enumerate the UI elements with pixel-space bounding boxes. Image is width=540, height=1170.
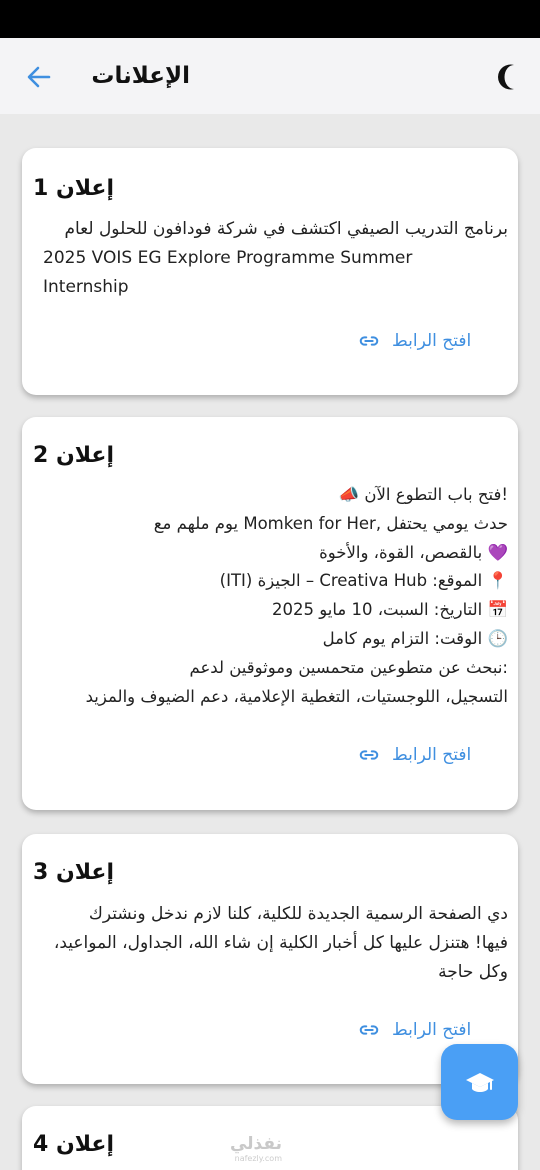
announcements-list: إعلان 1 برنامج التدريب الصيفي اكتشف في ش… bbox=[0, 114, 540, 1170]
announcement-title: إعلان 1 bbox=[32, 176, 114, 201]
text-line: دي الصفحة الرسمية الجديدة للكلية، كلنا ل… bbox=[88, 904, 508, 924]
text-line: :نبحث عن متطوعين متحمسين وموثوقين لدعم bbox=[189, 657, 508, 677]
text-line: حدث يومي يحتفل ,Momken for Her يوم ملهم … bbox=[153, 513, 508, 533]
open-link-label: افتح الرابط bbox=[392, 331, 472, 351]
text-line: 📅 التاريخ: السبت، 10 مايو 2025 bbox=[272, 600, 508, 620]
watermark-text: نفذلي bbox=[229, 1134, 282, 1154]
text-line: 📍 الموقع: Creativa Hub – الجيزة (ITI) bbox=[219, 571, 508, 591]
text-line: 2025 VOIS EG Explore Programme Summer bbox=[43, 247, 413, 268]
text-line: فيها! هتنزل عليها كل أخبار الكلية إن شاء… bbox=[53, 932, 508, 953]
back-button[interactable] bbox=[22, 60, 56, 94]
arrow-left-icon bbox=[27, 66, 51, 88]
text-line: وكل حاجة bbox=[438, 961, 508, 982]
announcement-card: إعلان 2 !فتح باب التطوع الآن 📣 حدث يومي … bbox=[22, 417, 518, 810]
text-line: التسجيل، اللوجستيات، التغطية الإعلامية، … bbox=[85, 686, 508, 706]
open-link-button[interactable]: افتح الرابط bbox=[358, 741, 471, 769]
text-line: !فتح باب التطوع الآن 📣 bbox=[338, 485, 508, 504]
page-title: الإعلانات bbox=[91, 63, 190, 89]
open-link-label: افتح الرابط bbox=[392, 745, 472, 765]
text-line: Internship bbox=[43, 276, 129, 297]
link-icon bbox=[359, 750, 379, 760]
announcement-text: برنامج التدريب الصيفي اكتشف في شركة فودا… bbox=[43, 215, 508, 301]
status-bar bbox=[0, 0, 540, 38]
announcement-card: إعلان 3 دي الصفحة الرسمية الجديدة للكلية… bbox=[22, 834, 518, 1084]
watermark-subtext: nafezly.com bbox=[234, 1154, 282, 1163]
announcement-card: إعلان 1 برنامج التدريب الصيفي اكتشف في ش… bbox=[22, 148, 518, 395]
watermark: نفذلي nafezly.com bbox=[230, 1134, 282, 1163]
announcement-title: إعلان 4 bbox=[32, 1132, 114, 1157]
graduation-cap-icon bbox=[466, 1073, 494, 1092]
moon-icon bbox=[498, 64, 514, 90]
theme-toggle-button[interactable] bbox=[492, 60, 526, 94]
announcement-text: دي الصفحة الرسمية الجديدة للكلية، كلنا ل… bbox=[43, 900, 508, 986]
open-link-label: افتح الرابط bbox=[392, 1020, 472, 1040]
link-icon bbox=[359, 336, 379, 346]
app-bar: الإعلانات bbox=[0, 38, 540, 114]
text-line: 💜 بالقصص، القوة، والأخوة bbox=[319, 542, 508, 562]
open-link-button[interactable]: افتح الرابط bbox=[358, 1016, 471, 1044]
link-icon bbox=[359, 1025, 379, 1035]
text-line: 🕒 الوقت: التزام يوم كامل bbox=[322, 628, 508, 648]
open-link-button[interactable]: افتح الرابط bbox=[358, 327, 471, 355]
announcement-title: إعلان 3 bbox=[32, 860, 114, 885]
announcement-title: إعلان 2 bbox=[32, 443, 114, 468]
graduation-fab-button[interactable] bbox=[441, 1044, 518, 1120]
text-line: برنامج التدريب الصيفي اكتشف في شركة فودا… bbox=[64, 219, 508, 239]
announcement-text: !فتح باب التطوع الآن 📣 حدث يومي يحتفل ,M… bbox=[43, 481, 508, 711]
